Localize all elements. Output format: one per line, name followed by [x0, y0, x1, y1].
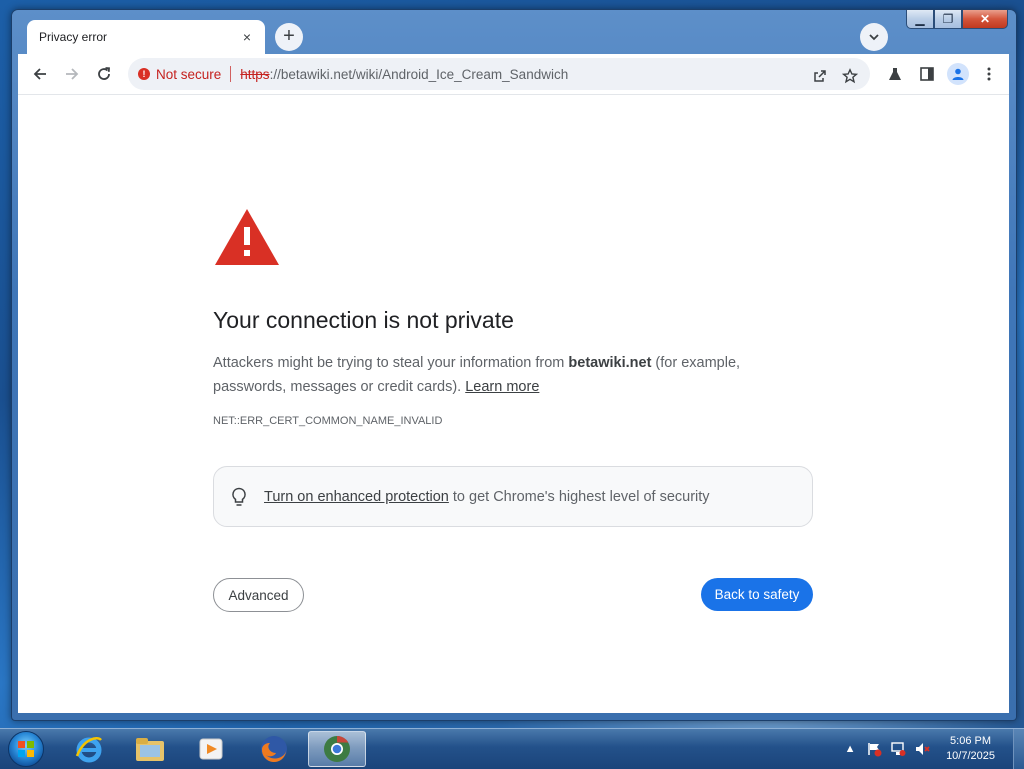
flask-icon [889, 68, 901, 80]
browser-toolbar: ! Not secure https://betawiki.net/wiki/A… [18, 54, 1009, 95]
url-path: ://betawiki.net/wiki/Android_Ice_Cream_S… [269, 66, 569, 82]
share-icon [814, 70, 826, 82]
taskbar-internet-explorer[interactable] [60, 731, 118, 767]
url-text[interactable]: https://betawiki.net/wiki/Android_Ice_Cr… [240, 67, 568, 82]
show-desktop-button[interactable] [1013, 729, 1024, 769]
site-domain: betawiki.net [568, 355, 652, 371]
media-player-icon [199, 738, 223, 760]
show-hidden-icons-icon[interactable]: ▲ [840, 739, 860, 759]
error-description: Attackers might be trying to steal your … [213, 351, 813, 399]
side-panel-icon [920, 67, 934, 81]
system-tray: ▲ 5:06 PM 10/7/2025 [840, 729, 1024, 769]
minimize-button[interactable]: ▁ [906, 10, 934, 29]
omnibox-actions [808, 64, 862, 88]
advanced-button[interactable]: Advanced [213, 578, 304, 612]
volume-muted-icon[interactable] [912, 739, 932, 759]
system-clock[interactable]: 5:06 PM 10/7/2025 [946, 734, 995, 764]
back-to-safety-button[interactable]: Back to safety [701, 578, 813, 611]
security-status[interactable]: Not secure [156, 67, 221, 82]
learn-more-link[interactable]: Learn more [465, 379, 539, 395]
arrow-right-icon [66, 68, 79, 80]
chevron-down-icon [869, 34, 879, 41]
arrow-left-icon [33, 68, 46, 80]
window-controls: ▁ ❐ ✕ [906, 10, 1008, 30]
browser-window: ▁ ❐ ✕ Privacy error × + ! Not secure htt… [11, 9, 1017, 721]
start-button[interactable] [8, 731, 44, 767]
address-bar[interactable]: ! Not secure https://betawiki.net/wiki/A… [128, 58, 870, 90]
description-prefix: Attackers might be trying to steal your … [213, 355, 569, 371]
taskbar: ▲ 5:06 PM 10/7/2025 [0, 728, 1024, 769]
share-button[interactable] [808, 64, 832, 88]
taskbar-firefox[interactable] [245, 731, 303, 767]
side-panel-button[interactable] [915, 62, 939, 86]
internet-explorer-icon [75, 737, 102, 763]
back-button[interactable] [28, 62, 52, 86]
reload-icon [98, 67, 110, 80]
enhanced-protection-rest: to get Chrome's highest level of securit… [448, 488, 710, 505]
windows-logo-icon [18, 741, 34, 757]
not-secure-icon: ! [138, 68, 150, 80]
menu-button[interactable] [977, 62, 1001, 86]
more-vertical-icon [987, 67, 991, 81]
enhanced-protection-link[interactable]: Turn on enhanced protection [264, 489, 449, 505]
clock-date: 10/7/2025 [946, 750, 995, 762]
taskbar-media-player[interactable] [182, 731, 240, 767]
reload-button[interactable] [92, 62, 116, 86]
labs-button[interactable] [883, 62, 907, 86]
clock-time: 5:06 PM [950, 735, 992, 747]
star-icon [842, 68, 858, 84]
toolbar-actions [883, 62, 1001, 86]
person-icon [952, 68, 964, 80]
error-code[interactable]: NET::ERR_CERT_COMMON_NAME_INVALID [213, 415, 442, 427]
forward-button[interactable] [60, 62, 84, 86]
tab-privacy-error[interactable]: Privacy error × [27, 20, 265, 54]
maximize-button[interactable]: ❐ [934, 10, 962, 29]
folder-icon [136, 738, 164, 761]
enhanced-protection-text: Turn on enhanced protection to get Chrom… [264, 489, 710, 505]
tab-close-icon[interactable]: × [239, 29, 255, 45]
tab-title: Privacy error [39, 30, 108, 44]
taskbar-chrome[interactable] [308, 731, 366, 767]
firefox-icon [261, 736, 287, 763]
enhanced-protection-banner: Turn on enhanced protection to get Chrom… [213, 466, 813, 527]
taskbar-file-explorer[interactable] [121, 731, 179, 767]
error-headline: Your connection is not private [213, 307, 514, 333]
close-window-button[interactable]: ✕ [962, 10, 1008, 29]
error-page: Your connection is not private Attackers… [18, 95, 1009, 713]
new-tab-button[interactable]: + [275, 23, 303, 51]
omnibox-divider [230, 66, 232, 82]
action-center-icon[interactable] [864, 739, 884, 759]
url-scheme: https [240, 66, 270, 82]
tab-search-button[interactable] [860, 23, 888, 51]
chrome-icon [324, 735, 350, 762]
network-icon[interactable] [888, 739, 908, 759]
bookmark-button[interactable] [838, 64, 862, 88]
profile-avatar[interactable] [947, 63, 969, 85]
lightbulb-icon [230, 487, 248, 507]
warning-triangle-icon [215, 209, 279, 265]
